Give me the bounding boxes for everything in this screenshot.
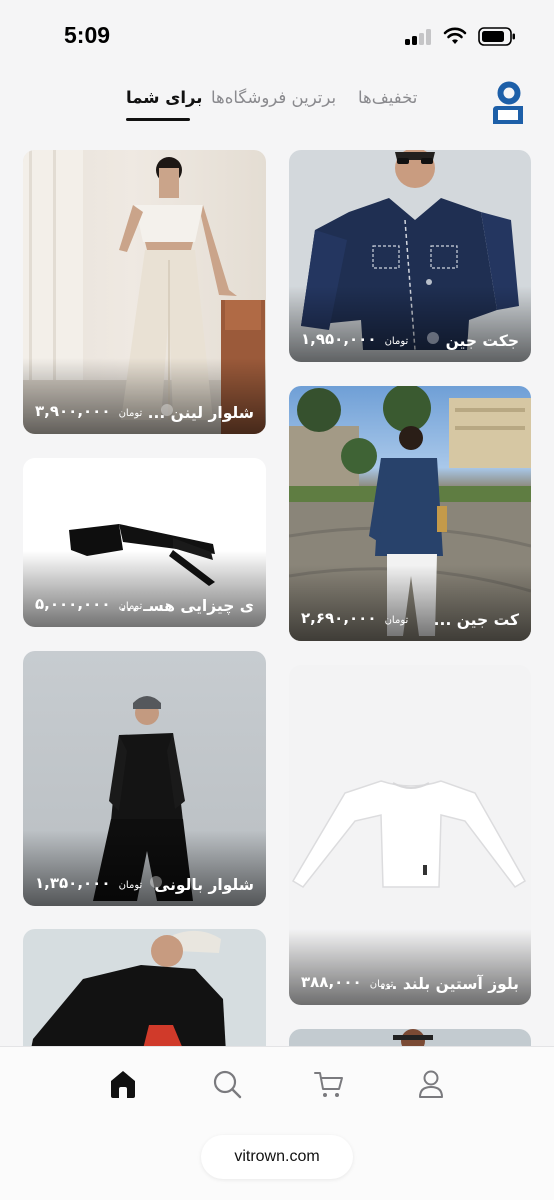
- top-tab-bar: تخفیف‌ها برترین فروشگاه‌ها برای شما: [0, 70, 554, 130]
- price-value: ۲,۶۹۰,۰۰۰: [301, 609, 377, 627]
- product-card[interactable]: جکت جین تومان ۱,۹۵۰,۰۰۰: [289, 150, 531, 362]
- price-currency: تومان: [118, 601, 143, 612]
- product-title: کت جین ...: [433, 611, 519, 629]
- vitrown-logo-icon[interactable]: [490, 80, 526, 124]
- product-title: جکت جین: [445, 332, 519, 350]
- wifi-icon: [443, 27, 467, 44]
- price-currency: تومان: [118, 880, 143, 891]
- product-price: تومان ۳,۹۰۰,۰۰۰: [35, 401, 142, 420]
- color-swatch-dot: [161, 404, 173, 416]
- product-card[interactable]: ی چیزایی هسـ ... تومان ۵,۰۰۰,۰۰۰: [23, 458, 266, 627]
- cellular-signal-icon: [405, 29, 433, 45]
- color-swatch-dot: [427, 332, 439, 344]
- search-icon[interactable]: [210, 1067, 244, 1101]
- product-title: شلوار بالونی: [154, 876, 254, 894]
- product-card[interactable]: بلوز آستین بلند ... تومان ۳۸۸,۰۰۰: [289, 665, 531, 1005]
- price-currency: تومان: [369, 979, 394, 990]
- cart-icon[interactable]: [312, 1067, 346, 1101]
- product-title: بلوز آستین بلند ...: [379, 975, 519, 993]
- price-currency: تومان: [384, 615, 409, 626]
- price-value: ۵,۰۰۰,۰۰۰: [35, 595, 111, 613]
- tab-top-stores[interactable]: برترین فروشگاه‌ها: [211, 88, 336, 107]
- battery-icon: [478, 27, 515, 46]
- product-price: تومان ۱,۳۵۰,۰۰۰: [35, 873, 142, 892]
- price-value: ۱,۳۵۰,۰۰۰: [35, 874, 111, 892]
- product-card[interactable]: شلوار بالونی تومان ۱,۳۵۰,۰۰۰: [23, 651, 266, 906]
- product-price: تومان ۵,۰۰۰,۰۰۰: [35, 594, 142, 613]
- tab-discounts[interactable]: تخفیف‌ها: [358, 88, 417, 107]
- color-swatch-dot: [150, 876, 162, 888]
- product-card[interactable]: شلوار لینن ... تومان ۳,۹۰۰,۰۰۰: [23, 150, 266, 434]
- active-tab-indicator: [126, 118, 190, 121]
- price-currency: تومان: [118, 408, 143, 419]
- bottom-navigation-bar: vitrown.com: [0, 1046, 554, 1200]
- browser-url-bar[interactable]: vitrown.com: [201, 1135, 353, 1179]
- price-value: ۱,۹۵۰,۰۰۰: [301, 330, 377, 348]
- status-bar: 5:09: [0, 0, 554, 70]
- status-time: 5:09: [64, 22, 111, 48]
- profile-icon[interactable]: [414, 1067, 448, 1101]
- price-currency: تومان: [384, 336, 409, 347]
- product-price: تومان ۳۸۸,۰۰۰: [301, 972, 393, 991]
- product-price: تومان ۲,۶۹۰,۰۰۰: [301, 608, 408, 627]
- home-icon[interactable]: [106, 1067, 140, 1101]
- price-value: ۳۸۸,۰۰۰: [301, 973, 362, 991]
- product-price: تومان ۱,۹۵۰,۰۰۰: [301, 329, 408, 348]
- price-value: ۳,۹۰۰,۰۰۰: [35, 402, 111, 420]
- tab-for-you[interactable]: برای شما: [126, 88, 202, 107]
- product-card[interactable]: کت جین ... تومان ۲,۶۹۰,۰۰۰: [289, 386, 531, 641]
